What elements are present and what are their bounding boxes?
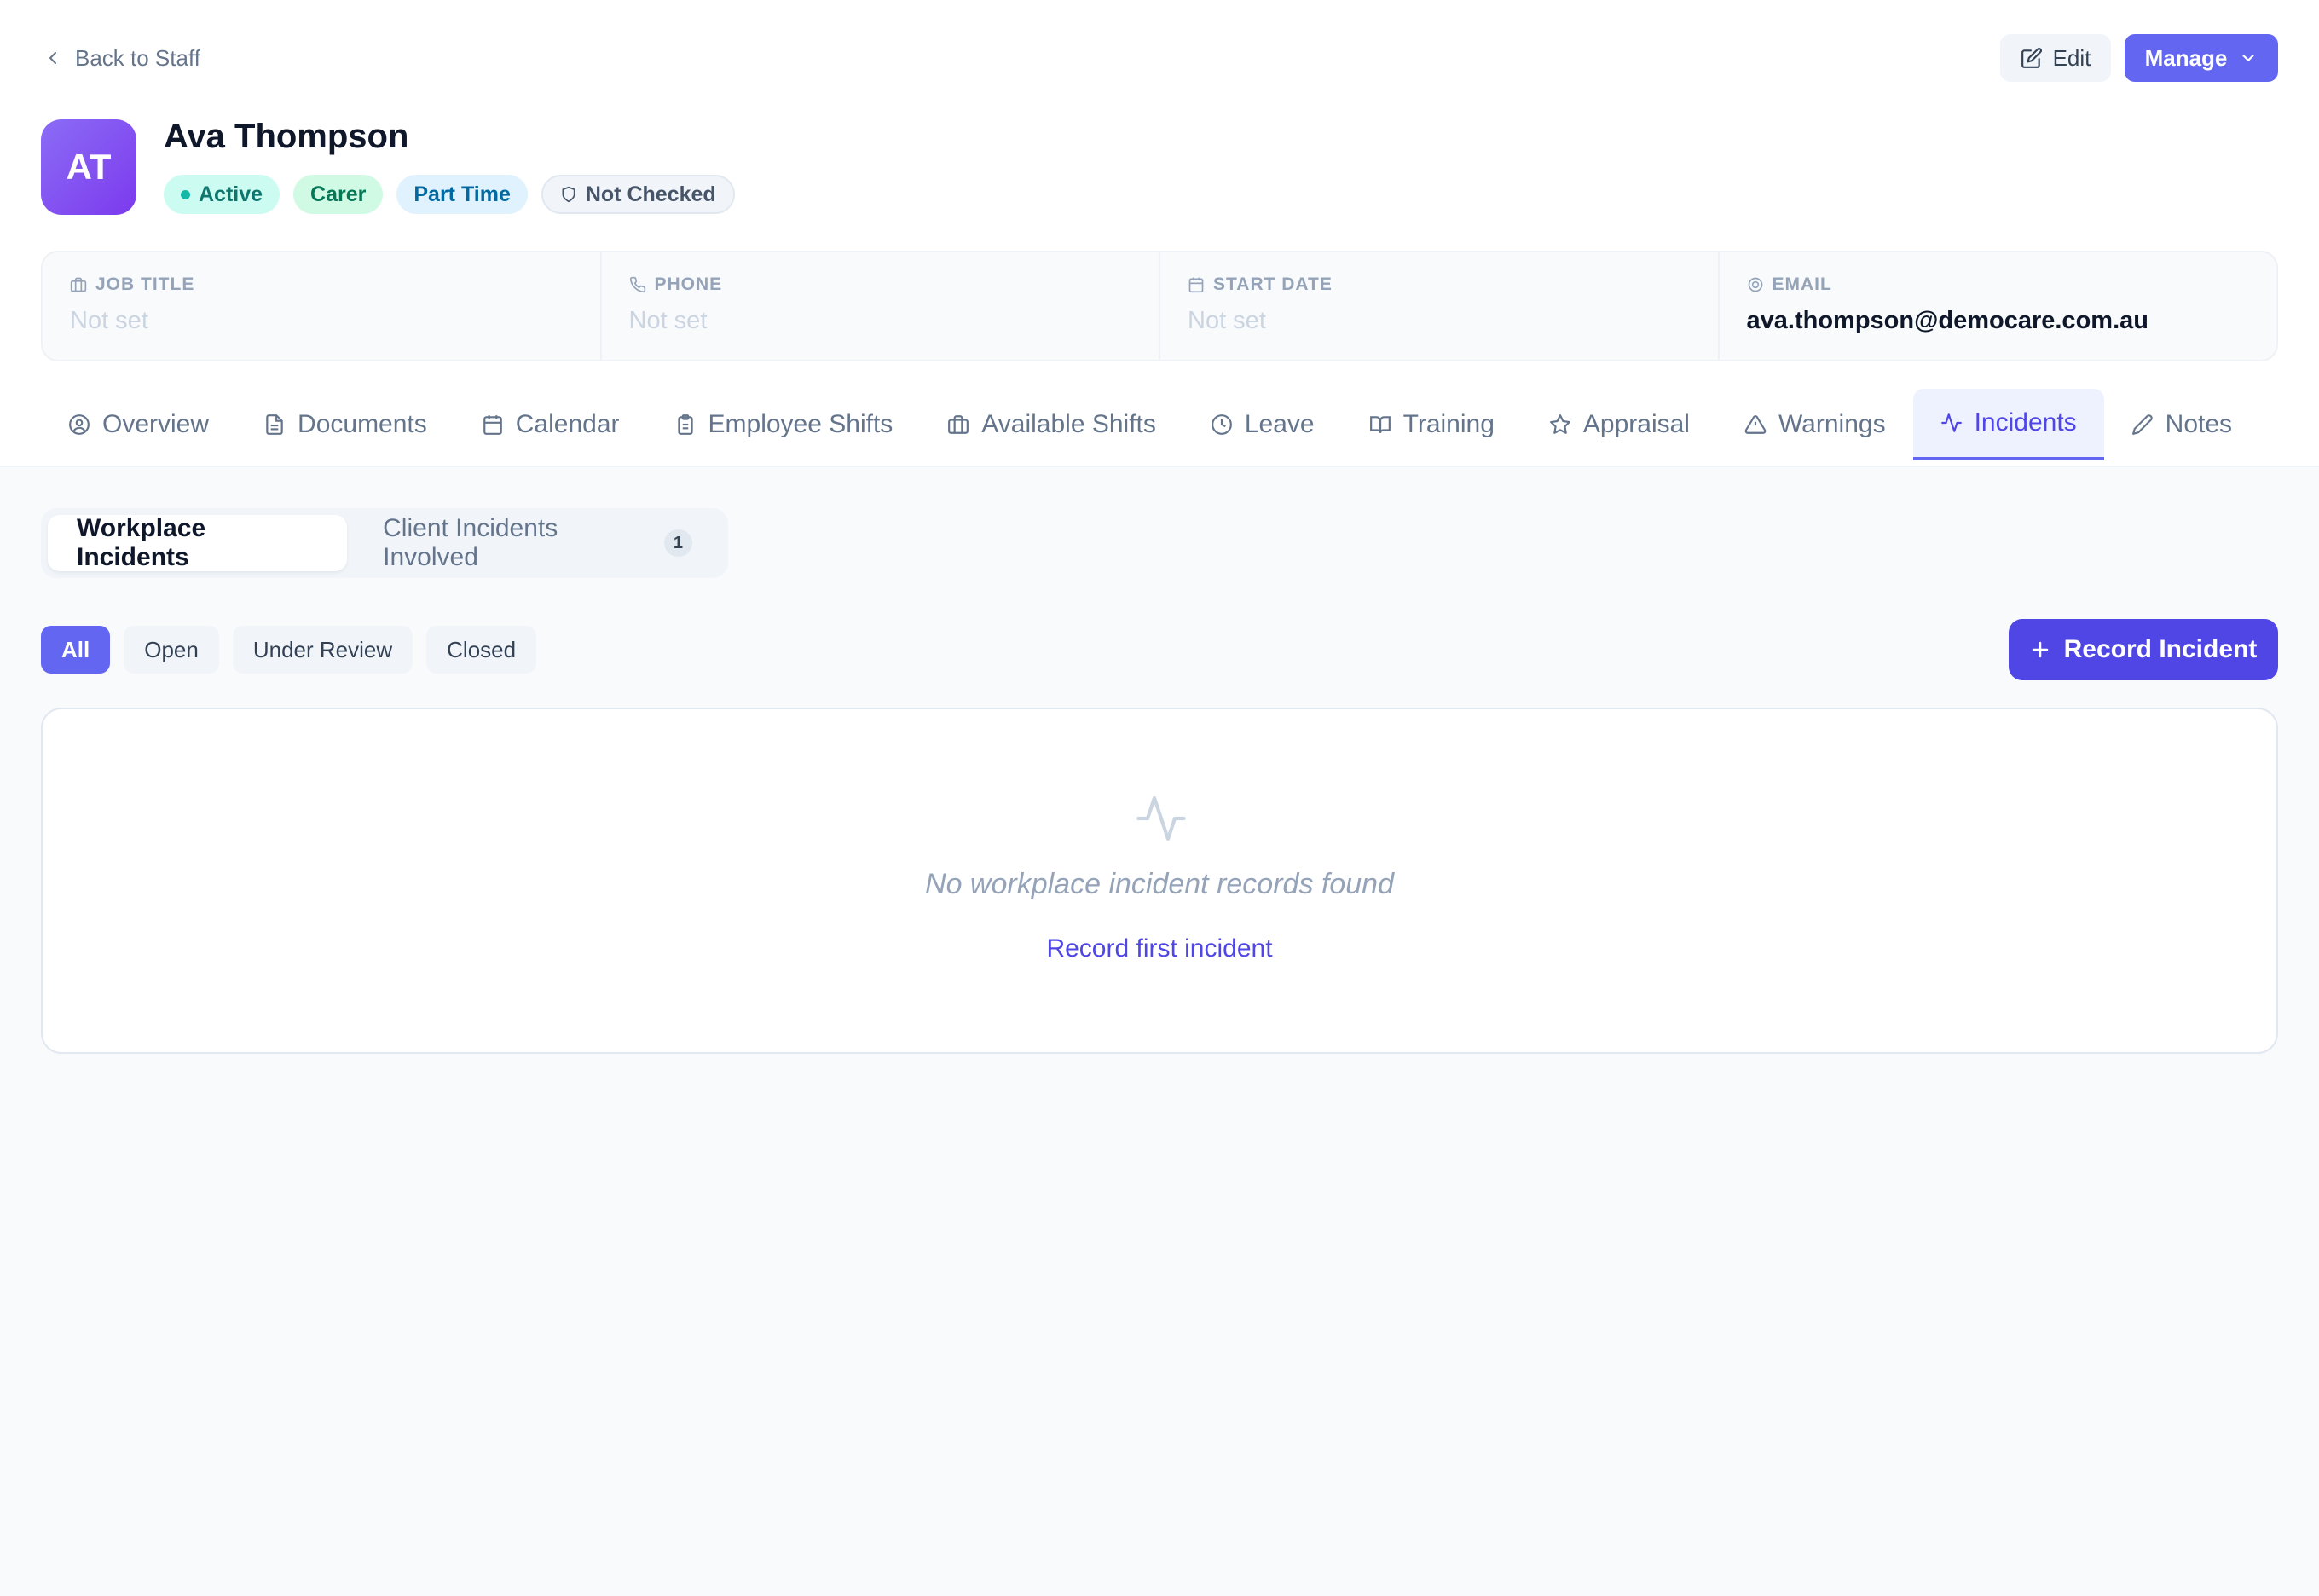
status-label: Active (199, 182, 263, 206)
tab-label: Warnings (1778, 410, 1886, 438)
phone-label: PHONE (654, 275, 723, 294)
at-sign-icon (1748, 277, 1762, 292)
edit-label: Edit (2052, 44, 2091, 71)
phone-value: Not set (628, 307, 708, 334)
job-title-value: Not set (70, 307, 148, 334)
tab-warnings[interactable]: Warnings (1717, 389, 1913, 460)
check-label: Not Checked (585, 182, 716, 206)
profile-tabs: Overview Documents Calendar Employee Shi… (41, 389, 2259, 460)
info-strip: JOB TITLE Not set PHONE Not set START DA… (41, 251, 2278, 361)
empty-state-card: No workplace incident records found Reco… (41, 708, 2278, 1054)
record-first-incident-link: Record first incident (43, 934, 2276, 963)
status-badge: Active (164, 175, 280, 214)
record-incident-label: Record Incident (2063, 635, 2258, 663)
start-date-value: Not set (1188, 307, 1266, 334)
staff-name: Ava Thompson (164, 118, 409, 155)
profile-header: Back to Staff Edit Manage AT Ava Thompso… (0, 0, 2319, 467)
warning-icon (1744, 415, 1767, 434)
info-start-date-label-row: START DATE (1188, 275, 1691, 295)
chevron-left-icon (49, 52, 56, 64)
book-icon (1369, 416, 1391, 433)
filter-under-review[interactable]: Under Review (232, 626, 413, 674)
status-filters: All Open Under Review Closed (41, 626, 537, 674)
edit-button[interactable]: Edit (2000, 34, 2111, 82)
client-incidents-label: Client Incidents Involved (383, 514, 558, 571)
chevron-down-icon (2242, 55, 2255, 61)
manage-button[interactable]: Manage (2125, 34, 2278, 82)
info-phone-label-row: PHONE (629, 275, 1132, 295)
tab-documents[interactable]: Documents (236, 389, 454, 460)
info-email-label-row: EMAIL (1747, 275, 2250, 295)
tab-employee-shifts[interactable]: Employee Shifts (647, 389, 921, 460)
info-job-title: JOB TITLE Not set (43, 252, 602, 360)
activity-icon (1940, 413, 1962, 432)
calendar-icon (1188, 277, 1204, 293)
info-job-title-label-row: JOB TITLE (70, 275, 573, 295)
briefcase-icon (70, 277, 87, 292)
avatar: AT (41, 119, 136, 215)
filter-open[interactable]: Open (124, 626, 219, 674)
info-email: EMAIL ava.thompson@democare.com.au (1720, 252, 2277, 360)
tab-label: Employee Shifts (708, 410, 893, 438)
back-to-staff-link[interactable]: Back to Staff (43, 43, 200, 73)
info-phone: PHONE Not set (602, 252, 1160, 360)
email-label: EMAIL (1772, 275, 1832, 294)
tab-label: Documents (298, 410, 427, 438)
email-value[interactable]: ava.thompson@democare.com.au (1747, 307, 2250, 335)
star-icon (1549, 414, 1570, 434)
briefcase-icon (948, 415, 969, 434)
tab-label: Available Shifts (981, 410, 1156, 438)
tab-label: Calendar (515, 410, 620, 438)
tab-available-shifts[interactable]: Available Shifts (920, 389, 1183, 460)
empty-message: No workplace incident records found (925, 868, 1394, 900)
tab-label: Appraisal (1582, 410, 1690, 438)
tab-overview[interactable]: Overview (41, 389, 236, 460)
subtab-client-incidents[interactable]: Client Incidents Involved 1 (354, 514, 721, 571)
document-icon (266, 414, 283, 435)
start-date-label: START DATE (1213, 275, 1333, 294)
record-incident-button[interactable]: Record Incident (2009, 619, 2278, 680)
incident-subtabs: Workplace Incidents Client Incidents Inv… (41, 508, 728, 578)
back-label: Back to Staff (75, 44, 200, 71)
employment-badge: Part Time (396, 175, 528, 214)
tab-calendar[interactable]: Calendar (454, 389, 647, 460)
role-badge: Carer (293, 175, 384, 214)
status-dot-icon (181, 189, 190, 200)
info-start-date: START DATE Not set (1160, 252, 1720, 360)
tab-label: Training (1402, 410, 1495, 438)
phone-icon (629, 276, 645, 293)
client-incidents-count: 1 (663, 529, 692, 557)
tab-label: Leave (1244, 410, 1315, 438)
tab-leave[interactable]: Leave (1183, 389, 1342, 460)
edit-icon (2021, 48, 2042, 68)
check-badge: Not Checked (541, 175, 735, 214)
job-title-label: JOB TITLE (95, 275, 195, 294)
calendar-icon (483, 415, 502, 435)
plus-icon (2032, 641, 2048, 658)
activity-icon (1136, 795, 1186, 841)
filter-all[interactable]: All (41, 626, 111, 674)
manage-label: Manage (2144, 44, 2228, 71)
subtab-workplace-incidents[interactable]: Workplace Incidents (48, 514, 348, 571)
tab-incidents[interactable]: Incidents (1912, 389, 2104, 460)
tab-appraisal[interactable]: Appraisal (1522, 389, 1717, 460)
tab-label: Incidents (1974, 408, 2077, 437)
pencil-icon (2131, 414, 2153, 435)
tab-training[interactable]: Training (1342, 389, 1522, 460)
record-first-incident-label[interactable]: Record first incident (1046, 934, 1272, 963)
user-circle-icon (69, 414, 90, 435)
tab-notes[interactable]: Notes (2104, 389, 2259, 460)
filter-closed[interactable]: Closed (426, 626, 537, 674)
tab-label: Overview (102, 410, 210, 438)
shield-icon (562, 186, 575, 203)
clock-icon (1211, 414, 1232, 435)
clipboard-icon (677, 414, 693, 435)
badge-row: Active Carer Part Time Not Checked (164, 174, 735, 215)
tab-label: Notes (2165, 410, 2233, 438)
